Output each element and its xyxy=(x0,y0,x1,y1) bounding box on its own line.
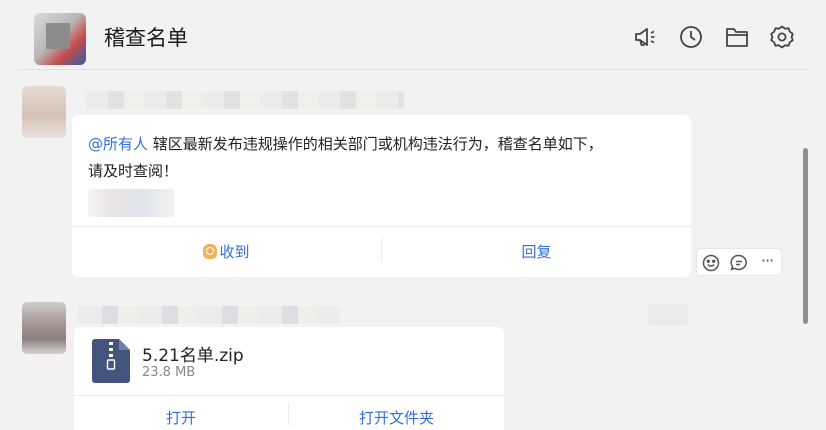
chat-scrollbar[interactable] xyxy=(803,148,808,324)
open-folder-button[interactable]: 打开文件夹 xyxy=(289,407,504,428)
notice-message-card[interactable]: @所有人 辖区最新发布违规操作的相关部门或机构违法行为，稽查名单如下， 请及时查… xyxy=(72,115,691,277)
file-message-card[interactable]: 5.21名单.zip 23.8 MB 打开 打开文件夹 xyxy=(74,327,504,430)
group-avatar[interactable] xyxy=(34,13,86,65)
settings-gear-icon[interactable] xyxy=(769,24,795,50)
card-divider xyxy=(74,395,504,396)
quote-reply-icon[interactable] xyxy=(729,253,749,273)
open-file-button[interactable]: 打开 xyxy=(74,407,288,428)
folder-icon[interactable] xyxy=(724,24,750,50)
receive-label: 收到 xyxy=(219,243,250,261)
chat-header: 稽查名单 xyxy=(0,0,826,70)
receive-button[interactable]: 收到 xyxy=(72,227,381,277)
sender-name-blurred xyxy=(86,91,404,109)
notice-text-line1: 辖区最新发布违规操作的相关部门或机构违法行为，稽查名单如下， xyxy=(148,135,603,153)
chat-title: 稽查名单 xyxy=(104,26,188,50)
notice-text-line2: 请及时查阅！ xyxy=(88,162,179,180)
sender-name-blurred xyxy=(78,306,340,324)
mention-all[interactable]: @所有人 xyxy=(88,135,148,153)
zip-file-icon xyxy=(92,339,130,383)
emoji-reaction-icon[interactable] xyxy=(701,253,721,273)
blurred-content xyxy=(648,304,688,326)
ok-hand-icon xyxy=(203,244,218,259)
sender-avatar[interactable] xyxy=(22,302,66,354)
message-toolbar: ··· xyxy=(696,248,782,276)
sender-avatar[interactable] xyxy=(22,86,66,138)
file-size: 23.8 MB xyxy=(142,365,196,380)
reply-button[interactable]: 回复 xyxy=(382,227,691,277)
more-options-icon[interactable]: ··· xyxy=(757,253,777,273)
history-clock-icon[interactable] xyxy=(678,24,704,50)
header-divider xyxy=(18,69,808,70)
notice-message-text: @所有人 辖区最新发布违规操作的相关部门或机构违法行为，稽查名单如下， 请及时查… xyxy=(88,131,678,185)
blurred-attachment xyxy=(88,189,174,217)
announcement-icon[interactable] xyxy=(633,24,659,50)
file-name[interactable]: 5.21名单.zip xyxy=(142,341,244,366)
